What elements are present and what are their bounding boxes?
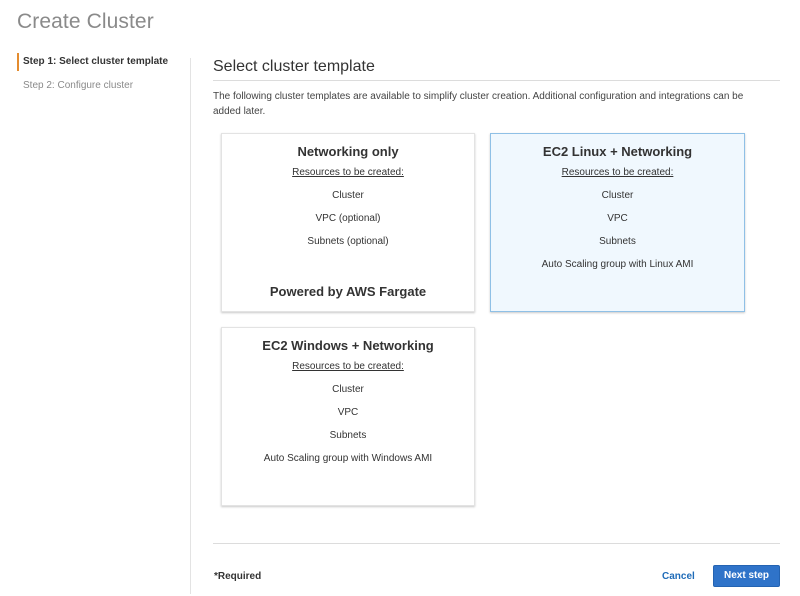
page-title: Create Cluster bbox=[17, 10, 154, 33]
resource-item: Subnets (optional) bbox=[307, 236, 389, 247]
resource-item: Cluster bbox=[332, 384, 364, 395]
step-select-template[interactable]: Step 1: Select cluster template bbox=[17, 53, 187, 71]
resource-item: Subnets bbox=[329, 430, 367, 441]
card-title: EC2 Windows + Networking bbox=[262, 338, 434, 353]
resources-label: Resources to be created: bbox=[292, 167, 404, 178]
section-divider bbox=[213, 80, 780, 81]
resource-item: VPC bbox=[607, 213, 628, 224]
template-card-ec2-linux[interactable]: EC2 Linux + Networking Resources to be c… bbox=[490, 133, 745, 312]
wizard-steps: Step 1: Select cluster template Step 2: … bbox=[17, 53, 187, 93]
next-step-button[interactable]: Next step bbox=[713, 565, 780, 587]
cancel-button[interactable]: Cancel bbox=[662, 571, 695, 582]
resource-item: Auto Scaling group with Windows AMI bbox=[263, 453, 433, 464]
resource-item: VPC bbox=[337, 407, 359, 418]
resource-item: Auto Scaling group with Linux AMI bbox=[541, 259, 694, 270]
resource-item: Subnets bbox=[599, 236, 636, 247]
resource-item: Cluster bbox=[332, 190, 364, 201]
template-card-networking-only[interactable]: Networking only Resources to be created:… bbox=[221, 133, 475, 312]
required-note: *Required bbox=[214, 571, 262, 582]
resources-label: Resources to be created: bbox=[561, 167, 674, 178]
section-description: The following cluster templates are avai… bbox=[213, 91, 744, 117]
resources-label: Resources to be created: bbox=[292, 361, 404, 372]
card-title: EC2 Linux + Networking bbox=[542, 144, 693, 159]
step-configure-cluster[interactable]: Step 2: Configure cluster bbox=[17, 79, 187, 93]
template-card-ec2-windows[interactable]: EC2 Windows + Networking Resources to be… bbox=[221, 327, 475, 506]
footer-divider bbox=[213, 543, 780, 544]
create-cluster-page: Create Cluster Step 1: Select cluster te… bbox=[0, 0, 800, 596]
card-title: Networking only bbox=[297, 144, 399, 159]
resource-item: VPC (optional) bbox=[315, 213, 381, 224]
card-footer: Powered by AWS Fargate bbox=[269, 284, 427, 299]
sidebar-divider bbox=[190, 58, 191, 594]
section-title: Select cluster template bbox=[213, 58, 375, 75]
resource-item: Cluster bbox=[601, 190, 634, 201]
